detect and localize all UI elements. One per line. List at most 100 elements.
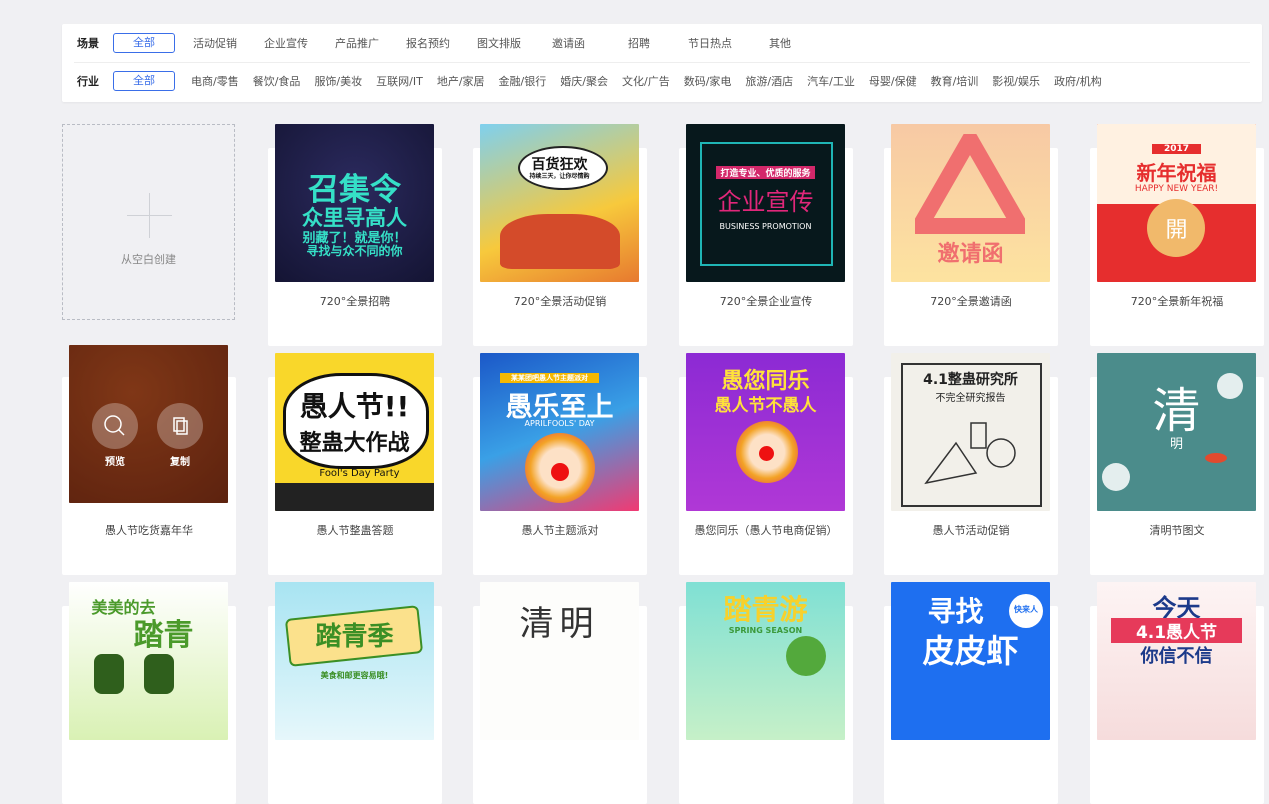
preview-button[interactable] — [92, 403, 138, 449]
thumb-text: 整蛊大作战 — [299, 431, 410, 456]
template-card[interactable]: 某某团吧愚人节主题派对 愚乐至上 APRILFOOLS' DAY 愚人节主题派对 — [473, 353, 647, 575]
template-card[interactable]: 今天 4.1愚人节 你信不信 — [1090, 582, 1264, 804]
copy-label: 复制 — [170, 457, 190, 468]
thumb-text: 不完全研究报告 — [935, 393, 1006, 404]
thumb-text: 寻找与众不同的你 — [306, 244, 403, 258]
thumb-text: 踏青 — [133, 618, 194, 653]
thumb-text: 愚人节不愚人 — [714, 396, 817, 416]
thumb-text: 皮皮虾 — [922, 632, 1019, 670]
scene-filter-row: 场景 全部 活动促销 企业宣传 产品推广 报名预约 图文排版 邀请函 招聘 节日… — [74, 24, 1250, 63]
scene-option-layout[interactable]: 图文排版 — [477, 35, 521, 51]
template-card[interactable]: 2017 新年祝福 HAPPY NEW YEAR! 開 720°全景新年祝福 — [1090, 124, 1264, 346]
search-icon — [104, 415, 125, 436]
scene-option-other[interactable]: 其他 — [769, 35, 791, 51]
template-card[interactable]: 踏青游 SPRING SEASON — [679, 582, 853, 804]
industry-option-wedding[interactable]: 婚庆/聚会 — [560, 73, 608, 89]
template-card[interactable]: 百货狂欢 持续三天，让你尽情购 720°全景活动促销 — [473, 124, 647, 346]
template-title: 愚人节主题派对 — [521, 524, 599, 537]
template-title: 720°全景招聘 — [319, 295, 391, 308]
copy-icon — [173, 417, 188, 435]
industry-option-auto[interactable]: 汽车/工业 — [807, 73, 855, 89]
industry-option-food[interactable]: 餐饮/食品 — [253, 73, 301, 89]
thumb-text: 踏青游 — [723, 593, 808, 626]
thumb-text: 企业宣传 — [717, 188, 814, 216]
template-title: 愚人节活动促销 — [932, 524, 1010, 537]
template-thumbnail: 百货狂欢 持续三天，让你尽情购 — [480, 124, 639, 282]
industry-option-fashion[interactable]: 服饰/美妆 — [314, 73, 362, 89]
industry-option-travel[interactable]: 旅游/酒店 — [745, 73, 793, 89]
industry-option-culture[interactable]: 文化/广告 — [622, 73, 670, 89]
thumb-text: 邀请函 — [937, 242, 1004, 267]
template-card[interactable]: 清明 — [473, 582, 647, 804]
template-card[interactable]: 召集令 众里寻高人 别藏了！就是你！ 寻找与众不同的你 720°全景招聘 — [268, 124, 442, 346]
industry-option-government[interactable]: 政府/机构 — [1054, 73, 1102, 89]
template-title: 清明节图文 — [1149, 524, 1205, 537]
template-card[interactable]: 踏青季 美食和邮更容易哦! — [268, 582, 442, 804]
thumb-text: Fool's Day Party — [319, 468, 400, 479]
template-thumbnail: 寻找 皮皮虾 快来人 — [891, 582, 1050, 740]
template-card[interactable]: 预览 复制 愚人节吃货嘉年华 — [62, 345, 236, 575]
thumb-text: 新年祝福 — [1136, 161, 1217, 185]
thumb-text: 某某团吧愚人节主题派对 — [500, 373, 599, 383]
template-thumbnail: 今天 4.1愚人节 你信不信 — [1097, 582, 1256, 740]
filter-panel: 场景 全部 活动促销 企业宣传 产品推广 报名预约 图文排版 邀请函 招聘 节日… — [62, 24, 1262, 102]
template-card[interactable]: 邀请函 720°全景邀请函 — [884, 124, 1058, 346]
create-blank-label: 从空白创建 — [121, 253, 176, 266]
template-title: 720°全景活动促销 — [513, 295, 607, 308]
template-title: 愚人节整蛊答题 — [316, 524, 394, 537]
thumb-text: 2017 — [1152, 144, 1201, 154]
industry-option-ecommerce[interactable]: 电商/零售 — [191, 73, 239, 89]
template-card[interactable]: 打造专业、优质的服务 企业宣传 BUSINESS PROMOTION 720°全… — [679, 124, 853, 346]
scene-option-all[interactable]: 全部 — [113, 33, 175, 53]
thumb-text: HAPPY NEW YEAR! — [1134, 184, 1219, 194]
industry-option-internet[interactable]: 互联网/IT — [376, 73, 423, 89]
preview-label: 预览 — [105, 457, 125, 468]
industry-option-maternal[interactable]: 母婴/保健 — [869, 73, 917, 89]
lab-illustration-icon — [924, 422, 1016, 485]
template-thumbnail: 美美的去 踏青 — [69, 582, 228, 740]
template-card[interactable]: 愚您同乐 愚人节不愚人 愚您同乐（愚人节电商促销） — [679, 353, 853, 575]
template-card[interactable]: 愚人节!! 整蛊大作战 Fool's Day Party 愚人节整蛊答题 — [268, 353, 442, 575]
scene-option-holiday[interactable]: 节日热点 — [688, 35, 732, 51]
template-title: 720°全景企业宣传 — [719, 295, 813, 308]
industry-option-digital[interactable]: 数码/家电 — [684, 73, 732, 89]
thumb-text: 開 — [1165, 218, 1188, 243]
template-card[interactable]: 清 明 清明节图文 — [1090, 353, 1264, 575]
template-card[interactable]: 寻找 皮皮虾 快来人 — [884, 582, 1058, 804]
industry-option-education[interactable]: 教育/培训 — [931, 73, 979, 89]
scene-option-product[interactable]: 产品推广 — [335, 35, 379, 51]
industry-option-finance[interactable]: 金融/银行 — [499, 73, 547, 89]
thumb-text: 美食和邮更容易哦! — [320, 671, 389, 680]
template-card[interactable]: 4.1整蛊研究所 不完全研究报告 愚人节活动促销 — [884, 353, 1058, 575]
thumb-text: 寻找 — [927, 595, 984, 628]
industry-option-media[interactable]: 影视/娱乐 — [992, 73, 1040, 89]
template-card[interactable]: 美美的去 踏青 — [62, 582, 236, 804]
thumb-text: APRILFOOLS' DAY — [524, 419, 595, 428]
scene-option-recruit[interactable]: 招聘 — [628, 35, 650, 51]
template-thumbnail: 预览 复制 — [69, 345, 228, 503]
thumb-text: 4.1愚人节 — [1111, 618, 1242, 643]
thumb-text: 打造专业、优质的服务 — [716, 166, 815, 179]
create-blank-card[interactable]: 从空白创建 — [62, 124, 235, 320]
template-thumbnail: 愚人节!! 整蛊大作战 Fool's Day Party — [275, 353, 434, 511]
thumb-text: 清明 — [519, 604, 600, 644]
thumb-text: 踏青季 — [315, 622, 394, 652]
copy-button[interactable] — [157, 403, 203, 449]
template-title: 720°全景邀请函 — [930, 295, 1012, 308]
thumb-text: BUSINESS PROMOTION — [719, 222, 812, 231]
triangle-icon — [915, 134, 1025, 234]
thumb-text: 快来人 — [1014, 605, 1038, 614]
template-thumbnail: 清明 — [480, 582, 639, 740]
thumb-text: 愚人节!! — [299, 390, 410, 423]
template-thumbnail: 打造专业、优质的服务 企业宣传 BUSINESS PROMOTION — [686, 124, 845, 282]
scene-option-promo[interactable]: 活动促销 — [193, 35, 237, 51]
template-title: 愚您同乐（愚人节电商促销） — [694, 524, 838, 537]
industry-option-all[interactable]: 全部 — [113, 71, 175, 91]
industry-option-realestate[interactable]: 地产/家居 — [437, 73, 485, 89]
template-thumbnail: 愚您同乐 愚人节不愚人 — [686, 353, 845, 511]
scene-option-signup[interactable]: 报名预约 — [406, 35, 450, 51]
template-thumbnail: 召集令 众里寻高人 别藏了！就是你！ 寻找与众不同的你 — [275, 124, 434, 282]
scene-option-corporate[interactable]: 企业宣传 — [264, 35, 308, 51]
scene-option-invite[interactable]: 邀请函 — [552, 35, 585, 51]
industry-label: 行业 — [77, 75, 99, 88]
